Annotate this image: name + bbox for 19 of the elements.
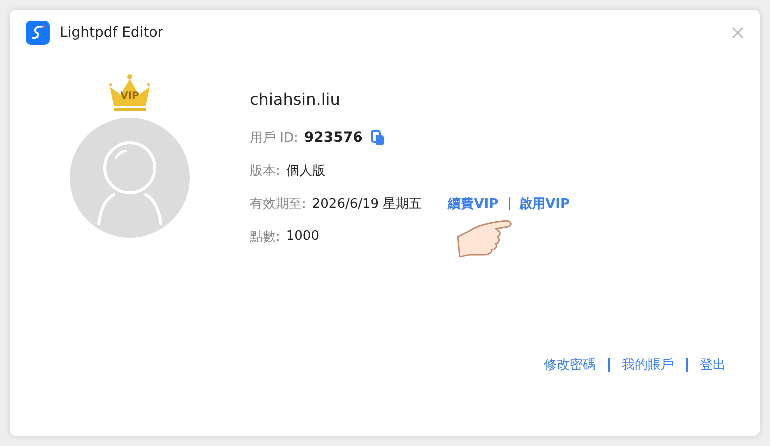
copy-icon[interactable]: [370, 130, 385, 146]
app-logo-icon: [26, 21, 50, 45]
vip-link[interactable]: 啟用VIP: [520, 194, 570, 212]
field-value: 個人版: [286, 162, 326, 180]
avatar-icon: [70, 118, 190, 238]
window-title: Lightpdf Editor: [60, 25, 165, 41]
footer-link[interactable]: 我的賬戶: [622, 356, 674, 374]
field-value: 923576: [304, 130, 363, 146]
footer-link[interactable]: 登出: [700, 356, 726, 374]
username: chiahsin.liu: [250, 90, 342, 109]
field-value: 1000: [286, 229, 320, 244]
field-label: 點數:: [250, 228, 280, 246]
field-label: 有效期至:: [250, 196, 306, 212]
vip-link[interactable]: 續費VIP: [448, 194, 499, 212]
field-label: 版本:: [250, 162, 280, 180]
footer-link[interactable]: 修改密碼: [544, 356, 596, 374]
close-icon[interactable]: [732, 27, 744, 39]
field-value: 2026/6/19 星期五: [312, 196, 422, 212]
field-label: 用戶 ID:: [250, 130, 298, 146]
